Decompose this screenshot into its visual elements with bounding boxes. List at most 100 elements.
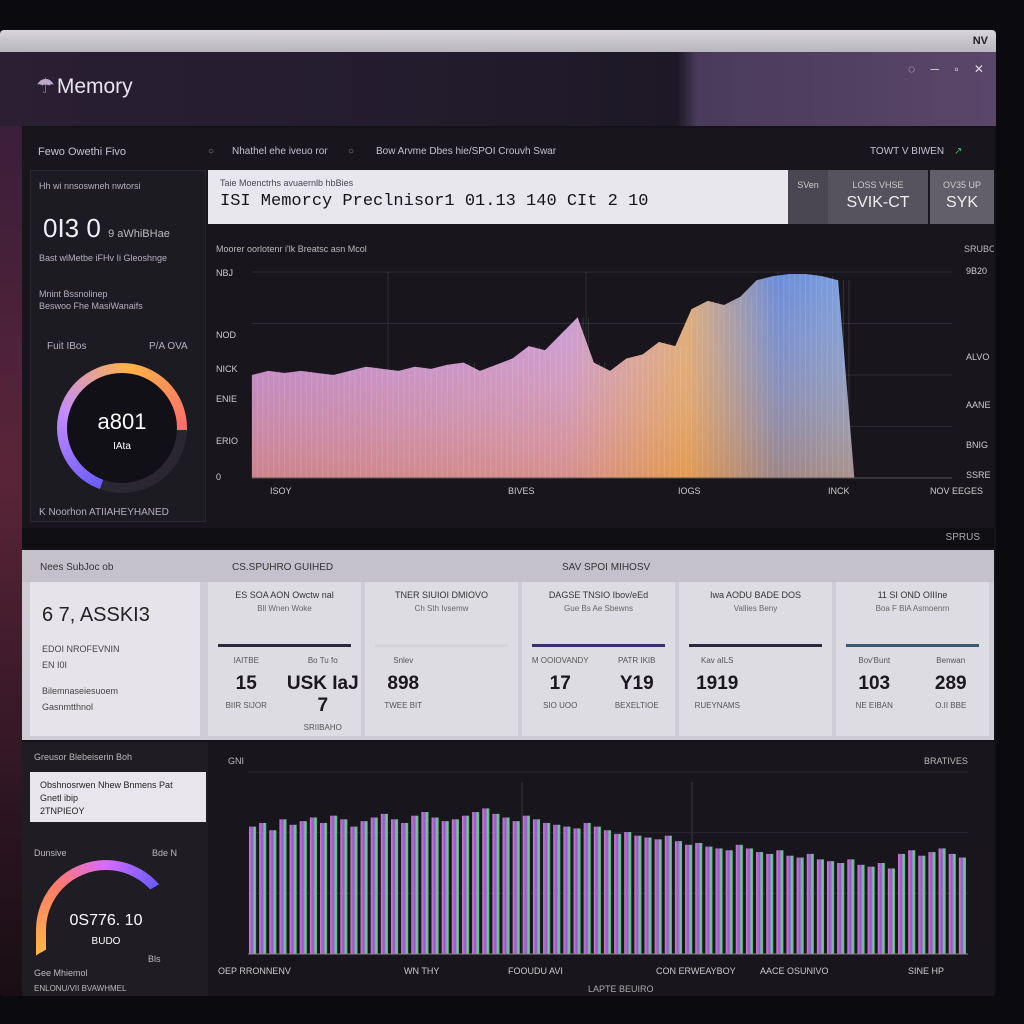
- metric-cell-value: 1919: [696, 673, 739, 694]
- activity-bar: [715, 848, 723, 954]
- activity-bar: [411, 815, 419, 954]
- activity-bar: [360, 821, 368, 954]
- overview-panel: Fewo Owethi Fivo ○ Nhathel ehe iveuo ror…: [22, 128, 996, 528]
- metric-cell: Benwan 289 O.II BBE: [913, 656, 990, 710]
- activity-bar: [563, 826, 571, 954]
- stat-box-1[interactable]: SVen: [788, 170, 828, 224]
- y-tick-label: NBJ: [216, 268, 233, 278]
- activity-bar: [918, 855, 926, 954]
- metric-cell-label: Bo Tu fo: [307, 656, 338, 665]
- activity-bar: [948, 853, 956, 954]
- activity-bar: [603, 830, 612, 954]
- activity-bar: [735, 844, 743, 954]
- activity-bar: [685, 844, 693, 954]
- metric-cell-label: Kav aILS: [701, 656, 734, 665]
- side-line-2: Bast wlMetbe iFHv Ii Gleoshnge: [39, 253, 168, 263]
- summary-row: Taie Moenctrhs avuaernlb hbBies ISI Memo…: [208, 170, 994, 224]
- activity-bar: [512, 821, 520, 954]
- metric-card[interactable]: ES SOA AON Owctw nal Bll Wnen Woke IAITBE 1…: [208, 582, 361, 736]
- activity-bar-chart-svg: GNI BRATIVES OEP RRONNENV WN THY FOOUDU AVI C…: [218, 756, 968, 994]
- metric-cell-sub: SRIIBAHO: [303, 723, 342, 732]
- activity-footer-1: Gee Mhiemol: [34, 968, 88, 978]
- metric-divider: [689, 644, 822, 647]
- activity-bar: [330, 815, 338, 954]
- metric-cell-label: PATR IKIB: [618, 656, 656, 665]
- memory-area-chart-svg: Moorer oorlotenr i'lk Breatsc asn Mcol S…: [216, 244, 996, 496]
- metric-card[interactable]: 11 SI OND OIIIne Boa F BlA Asmoenrn Bov'Bu…: [836, 582, 989, 736]
- activity-bar: [624, 832, 632, 954]
- activity-caption-left: Dunsive: [34, 848, 67, 858]
- metric-cell-sub: BEXELTIOE: [614, 701, 659, 710]
- metric-cell-sub: BIIR SIJOR: [225, 701, 267, 710]
- y-tick-label: 0: [216, 472, 221, 482]
- y-tick-label: ERIO: [216, 436, 238, 446]
- y-tick-label: NICK: [216, 364, 238, 374]
- side-line-1: Hh wi nnsoswneh nwtorsi: [39, 181, 141, 191]
- activity-bar: [553, 824, 561, 954]
- stat-box-3[interactable]: OV35 UP SYK: [930, 170, 994, 224]
- activity-footer-2: ENLONU/VII BVAWHMEL: [34, 984, 127, 993]
- activity-side: Greusor Blebeiserin Boh Obshnosrwen Nhew…: [22, 742, 208, 996]
- activity-info-box[interactable]: Obshnosrwen Nhew Bnmens Pat Gnetl ibip 2…: [30, 772, 206, 822]
- activity-bar: [766, 853, 774, 954]
- metrics-header: Nees SubJoc ob CS.SPUHRO GUIHED SAV SPOI…: [22, 550, 994, 582]
- memory-gauge: a801 IAta: [57, 363, 187, 493]
- dot-icon: ○: [208, 146, 215, 157]
- activity-bar: [725, 850, 733, 954]
- chart2-top-left-label: GNI: [228, 756, 244, 766]
- metric-cell-value: Y19: [619, 673, 654, 694]
- tab-primary[interactable]: Nhathel ehe iveuo ror: [232, 146, 328, 157]
- hero-sub-1: EDOI NROFEVNIN: [42, 644, 120, 654]
- metric-card[interactable]: Iwa AODU BADE DOS Vallies Beny Kav aILS 191…: [679, 582, 832, 736]
- activity-bar: [857, 864, 865, 954]
- chart2-right-label: BRATIVES: [924, 756, 968, 766]
- summary-small: Taie Moenctrhs avuaernlb hbBies: [220, 178, 354, 188]
- metric-divider: [846, 644, 979, 647]
- activity-caption-right: Bde N: [152, 848, 178, 858]
- x-tick-label: WN THY: [404, 966, 439, 976]
- stat-label: LOSS VHSE: [852, 180, 904, 190]
- info-line-2: Gnetl ibip: [40, 793, 79, 803]
- activity-bar: [674, 841, 683, 954]
- summary-text: ISI Memorcy Preclnisor1 01.13 140 CIt 2 …: [220, 192, 649, 211]
- metric-card[interactable]: TNER SIUIOI DMIOVO Ch Sth Ivsemw Snlev 898 T…: [365, 582, 518, 736]
- activity-head: Greusor Blebeiserin Boh: [34, 752, 133, 762]
- activity-bar: [482, 808, 490, 954]
- overview-right-label: TOWT V BIWEN: [870, 146, 945, 157]
- metric-cell-value: 103: [858, 673, 891, 694]
- metric-hero-card[interactable]: 6 7, ASSKI3 EDOI NROFEVNIN EN I0I Bilemn…: [30, 582, 200, 736]
- metric-cell-sub: O.II BBE: [935, 701, 967, 710]
- metric-cell-label: Snlev: [393, 656, 414, 665]
- metric-cell: Snlev 898 TWEE BIT: [365, 656, 442, 710]
- metric-card[interactable]: DAGSE TNSIO Ibov/eEd Gue Bs Ae Sbewns M OO…: [522, 582, 675, 736]
- metric-sub: Boa F BlA Asmoenrn: [875, 604, 950, 613]
- x-tick-label: IOGS: [678, 486, 701, 496]
- activity-bar: [249, 826, 257, 954]
- stat-label: SVen: [797, 180, 819, 190]
- stat-box-2[interactable]: LOSS VHSE SVIK-CT: [828, 170, 928, 224]
- metric-cell-value: USK IaJ 7: [286, 673, 359, 716]
- tab-secondary[interactable]: Bow Arvme Dbes hie/SPOI Crouvh Swar: [376, 146, 556, 157]
- activity-bar: [614, 833, 622, 954]
- activity-bar: [654, 839, 662, 954]
- activity-bar: [350, 826, 358, 954]
- activity-bar: [401, 822, 409, 954]
- metrics-head-left: Nees SubJoc ob: [40, 562, 114, 573]
- activity-bar: [431, 817, 439, 954]
- title-bar-text: NV: [972, 35, 988, 47]
- x-tick-label: BIVES: [508, 486, 535, 496]
- header-window-controls[interactable]: ◌ ─ ▫ ✕: [908, 62, 990, 76]
- metric-cell-value: 289: [934, 673, 967, 694]
- metric-sub: Ch Sth Ivsemw: [414, 604, 469, 613]
- activity-bar: [908, 850, 916, 954]
- overview-header: Fewo Owethi Fivo ○ Nhathel ehe iveuo ror…: [22, 140, 994, 160]
- middle-strip-label: SPRUS: [945, 532, 980, 543]
- activity-bar: [502, 817, 510, 954]
- y-tick-label: NOD: [216, 330, 237, 340]
- side-big-unit: 9 aWhiBHae: [108, 228, 170, 240]
- x-tick-label: OEP RRONNENV: [218, 966, 291, 976]
- metric-sub: Gue Bs Ae Sbewns: [564, 604, 633, 613]
- activity-bar: [421, 812, 429, 954]
- metrics-panel: Nees SubJoc ob CS.SPUHRO GUIHED SAV SPOI…: [22, 550, 994, 740]
- info-line-1: Obshnosrwen Nhew Bnmens Pat: [40, 780, 173, 790]
